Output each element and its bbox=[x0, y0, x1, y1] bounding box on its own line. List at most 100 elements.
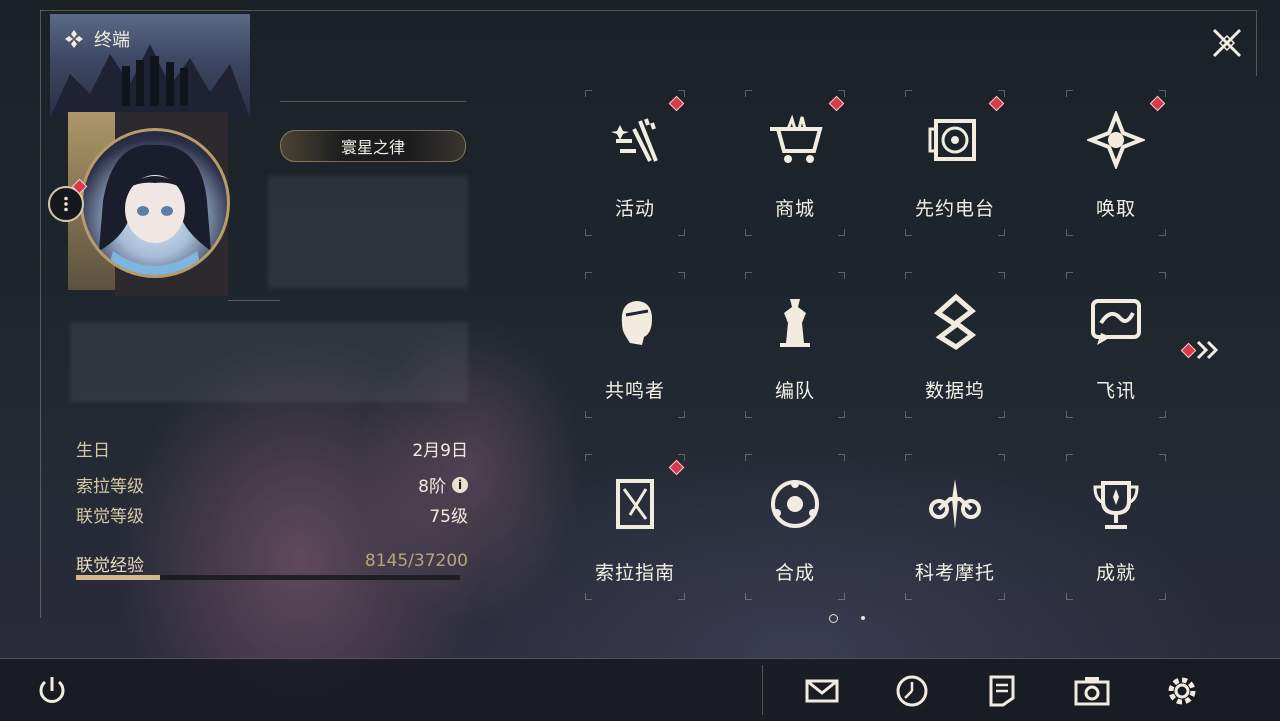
grid-corner bbox=[1159, 90, 1166, 97]
menu-item-resonator[interactable]: 共鸣者 bbox=[575, 270, 695, 420]
grid-corner bbox=[678, 272, 685, 279]
grid-corner bbox=[745, 411, 752, 418]
grid-corner bbox=[998, 272, 1005, 279]
more-vertical-icon bbox=[64, 196, 68, 212]
synthesis-icon bbox=[763, 472, 827, 536]
menu-item-label: 编队 bbox=[774, 380, 815, 402]
terminal-diamond-icon bbox=[65, 30, 83, 48]
menu-item-label: 唤取 bbox=[1095, 198, 1136, 220]
grid-corner bbox=[585, 272, 592, 279]
grid-corner bbox=[585, 229, 592, 236]
grid-corner bbox=[838, 454, 845, 461]
grid-corner bbox=[998, 90, 1005, 97]
grid-corner bbox=[1066, 454, 1073, 461]
menu-item-team[interactable]: 编队 bbox=[735, 270, 855, 420]
grid-corner bbox=[745, 272, 752, 279]
notification-badge bbox=[668, 95, 685, 112]
grid-corner bbox=[585, 593, 592, 600]
menu-item-synthesis[interactable]: 合成 bbox=[735, 452, 855, 602]
terminal-title: 终端 bbox=[64, 26, 130, 52]
experience-label: 联觉经验 bbox=[76, 556, 144, 576]
menu-item-label: 飞讯 bbox=[1095, 380, 1136, 402]
menu-item-radio[interactable]: 先约电台 bbox=[895, 88, 1015, 238]
camera-button[interactable] bbox=[1070, 669, 1114, 713]
menu-item-label: 数据坞 bbox=[924, 380, 985, 402]
grid-corner bbox=[678, 411, 685, 418]
info-icon[interactable]: i bbox=[452, 476, 468, 493]
history-button[interactable] bbox=[890, 669, 934, 713]
page-indicator bbox=[861, 616, 865, 620]
menu-item-guidebook[interactable]: 索拉指南 bbox=[575, 452, 695, 602]
grid-corner bbox=[1066, 411, 1073, 418]
bottom-bar bbox=[0, 658, 1280, 721]
stat-label: 联觉等级 bbox=[76, 507, 144, 527]
data-bank-icon bbox=[923, 290, 987, 354]
notification-badge bbox=[988, 95, 1005, 112]
settings-button[interactable] bbox=[1160, 669, 1204, 713]
grid-corner bbox=[905, 90, 912, 97]
menu-item-motorcycle[interactable]: 科考摩托 bbox=[895, 452, 1015, 602]
grid-corner bbox=[1066, 272, 1073, 279]
notes-button[interactable] bbox=[980, 669, 1024, 713]
grid-corner bbox=[905, 411, 912, 418]
double-chevron-right-icon bbox=[1196, 340, 1219, 360]
grid-corner bbox=[678, 593, 685, 600]
menu-item-label: 活动 bbox=[614, 198, 655, 220]
grid-corner bbox=[905, 593, 912, 600]
grid-corner bbox=[905, 454, 912, 461]
resonator-icon bbox=[603, 290, 667, 354]
experience-value: 8145/37200 bbox=[364, 551, 468, 571]
menu-item-label: 共鸣者 bbox=[604, 380, 665, 402]
grid-corner bbox=[998, 229, 1005, 236]
grid-corner bbox=[998, 411, 1005, 418]
grid-corner bbox=[998, 454, 1005, 461]
title-divider-bottom bbox=[228, 300, 280, 301]
grid-corner bbox=[838, 411, 845, 418]
summon-icon bbox=[1084, 108, 1148, 172]
power-button[interactable] bbox=[30, 669, 74, 713]
power-icon bbox=[39, 677, 65, 703]
menu-item-summon[interactable]: 唤取 bbox=[1056, 88, 1176, 238]
shop-icon bbox=[763, 108, 827, 172]
stat-label: 索拉等级 bbox=[76, 477, 144, 497]
menu-item-shop[interactable]: 商城 bbox=[735, 88, 855, 238]
trophy-icon bbox=[1084, 472, 1148, 536]
avatar[interactable] bbox=[80, 128, 230, 278]
menu-item-label: 先约电台 bbox=[914, 198, 995, 220]
stat-row-sola-level: 索拉等级 8阶 i bbox=[76, 472, 468, 497]
stat-value: 8阶 bbox=[418, 477, 446, 497]
stat-value: 2月9日 bbox=[412, 441, 468, 461]
frame-right-line bbox=[1256, 10, 1257, 76]
menu-item-message[interactable]: 飞讯 bbox=[1056, 270, 1176, 420]
next-page-button[interactable] bbox=[1180, 338, 1224, 362]
menu-item-label: 科考摩托 bbox=[914, 562, 995, 584]
grid-corner bbox=[1159, 411, 1166, 418]
frame-left-line bbox=[40, 10, 41, 618]
close-button[interactable] bbox=[1208, 24, 1246, 62]
stat-row-birthday: 生日 2月9日 bbox=[76, 436, 468, 461]
mail-button[interactable] bbox=[800, 669, 844, 713]
grid-corner bbox=[1159, 272, 1166, 279]
notes-icon bbox=[989, 675, 1015, 707]
notification-badge bbox=[668, 459, 685, 476]
grid-corner bbox=[745, 454, 752, 461]
menu-item-data-bank[interactable]: 数据坞 bbox=[895, 270, 1015, 420]
grid-corner bbox=[998, 593, 1005, 600]
experience-progress-fill bbox=[76, 575, 161, 580]
player-info-blurred bbox=[268, 176, 468, 288]
menu-item-activity[interactable]: 活动 bbox=[575, 88, 695, 238]
menu-item-trophy[interactable]: 成就 bbox=[1056, 452, 1176, 602]
grid-corner bbox=[745, 90, 752, 97]
stat-value: 75级 bbox=[429, 507, 468, 527]
grid-corner bbox=[745, 229, 752, 236]
menu-item-label: 索拉指南 bbox=[594, 562, 675, 584]
frame-top-line bbox=[40, 10, 1256, 11]
player-signature-blurred bbox=[70, 322, 468, 402]
grid-corner bbox=[1066, 593, 1073, 600]
camera-icon bbox=[1074, 677, 1110, 706]
grid-corner bbox=[838, 272, 845, 279]
settings-icon bbox=[1168, 677, 1196, 705]
title-badge[interactable]: 寰星之律 bbox=[280, 130, 466, 162]
grid-corner bbox=[678, 229, 685, 236]
notification-badge bbox=[828, 95, 845, 112]
